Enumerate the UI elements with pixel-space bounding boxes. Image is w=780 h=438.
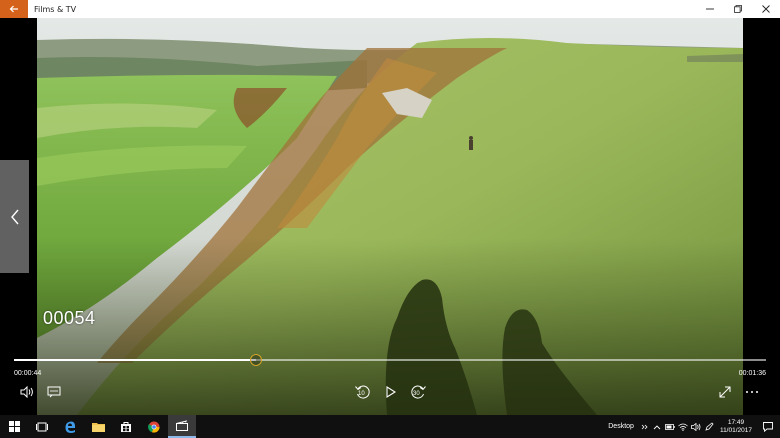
battery-icon (665, 423, 676, 430)
back-button[interactable] (0, 0, 28, 18)
video-scene-image (37, 18, 743, 415)
network-button[interactable] (677, 415, 690, 438)
back-arrow-icon (9, 5, 18, 13)
pen-workspace-button[interactable] (703, 415, 716, 438)
play-icon (386, 386, 396, 398)
maximize-button[interactable] (724, 0, 752, 18)
file-explorer-button[interactable] (84, 415, 112, 438)
chrome-icon (148, 421, 160, 433)
clock-time: 17:49 (727, 418, 745, 426)
video-area[interactable]: 00054 00:00:44 00:01:36 10 30 (0, 18, 780, 415)
subtitles-icon (47, 386, 61, 398)
play-button[interactable] (381, 384, 401, 400)
previous-button[interactable] (0, 160, 29, 273)
films-tv-window: Films & TV 00054 00:00:44 00:01:36 10 30… (0, 0, 780, 438)
total-time: 00:01:36 (738, 370, 766, 377)
minimize-button[interactable] (696, 0, 724, 18)
progress-bar[interactable] (14, 354, 766, 366)
title-bar: Films & TV (0, 0, 780, 18)
app-title: Films & TV (34, 4, 77, 14)
system-tray: Desktop 17:49 11/01/2017 (608, 415, 780, 438)
more-button[interactable] (742, 384, 762, 400)
skip-forward-button[interactable]: 30 (407, 384, 429, 400)
volume-icon (20, 386, 33, 398)
store-button[interactable] (112, 415, 140, 438)
taskbar: Desktop 17:49 11/01/2017 (0, 415, 780, 438)
skip-back-button[interactable]: 10 (352, 384, 374, 400)
wifi-icon (678, 423, 689, 431)
start-button[interactable] (0, 415, 28, 438)
edge-icon (65, 421, 76, 433)
progress-fill (14, 359, 257, 361)
chevron-left-icon (10, 209, 19, 224)
task-view-icon (36, 422, 48, 431)
file-explorer-icon (91, 423, 105, 432)
volume-tray-button[interactable] (690, 415, 703, 438)
action-center-button[interactable] (756, 415, 780, 438)
close-icon (762, 5, 770, 13)
minimize-icon (706, 8, 714, 10)
video-frame (37, 18, 743, 415)
elapsed-time: 00:00:44 (14, 370, 42, 377)
pen-icon (705, 422, 714, 431)
battery-button[interactable] (664, 415, 677, 438)
more-icon (746, 391, 758, 393)
show-hidden-icons-button[interactable] (651, 415, 664, 438)
volume-button[interactable] (17, 384, 37, 400)
subtitles-button[interactable] (44, 384, 64, 400)
toolbar-expand-button[interactable] (638, 415, 651, 438)
task-view-button[interactable] (28, 415, 56, 438)
close-button[interactable] (752, 0, 780, 18)
chrome-button[interactable] (140, 415, 168, 438)
windows-start-icon (8, 421, 20, 432)
double-chevron-icon (641, 424, 648, 429)
desktop-toolbar-label[interactable]: Desktop (608, 423, 634, 430)
speaker-icon (691, 422, 701, 431)
fullscreen-icon (719, 386, 731, 398)
chevron-up-icon (654, 424, 661, 429)
clock[interactable]: 17:49 11/01/2017 (720, 419, 752, 435)
clock-date: 11/01/2017 (719, 426, 752, 434)
video-overlay-counter: 00054 (43, 308, 96, 328)
skip-forward-label: 30 (413, 391, 420, 397)
skip-back-label: 10 (358, 391, 365, 397)
maximize-icon (734, 5, 742, 13)
edge-button[interactable] (56, 415, 84, 438)
fullscreen-button[interactable] (715, 384, 735, 400)
films-tv-taskbar-button[interactable] (168, 415, 196, 438)
notification-icon (763, 421, 773, 432)
store-icon (121, 421, 131, 432)
films-tv-icon (176, 420, 188, 431)
